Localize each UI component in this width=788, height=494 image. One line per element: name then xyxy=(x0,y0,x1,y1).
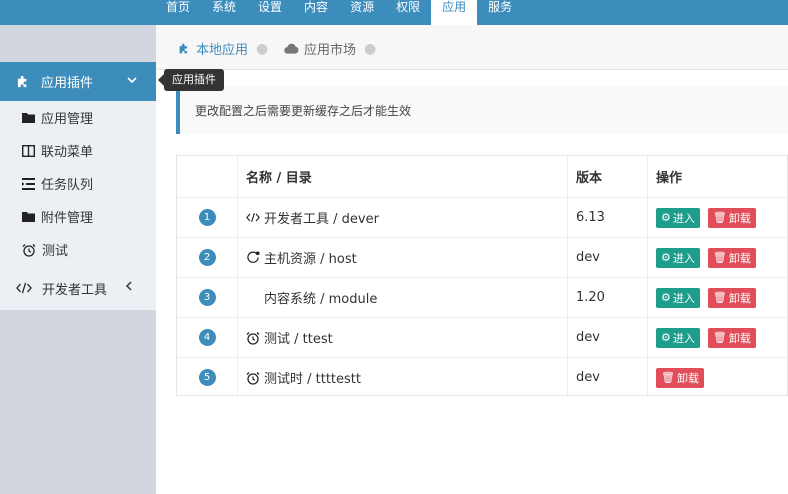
nav-permissions[interactable]: 权限 xyxy=(385,0,431,25)
app-version: 1.20 xyxy=(568,278,648,317)
puzzle-icon xyxy=(179,43,187,54)
chevron-down-icon xyxy=(127,77,137,84)
app-version: 6.13 xyxy=(568,198,648,237)
app-name: 内容系统 / module xyxy=(264,292,378,307)
row-number-badge: 4 xyxy=(198,329,216,346)
apps-table: 名称 / 目录 版本 操作 1 开发者工具 / dever 6.13 ⚙ 进入 🗑… xyxy=(176,155,788,397)
sidebar-item-label: 附件管理 xyxy=(41,211,94,226)
nav-resources[interactable]: 资源 xyxy=(339,0,385,25)
sidebar-tooltip: 应用插件 xyxy=(158,69,224,91)
nav-home[interactable]: 首页 xyxy=(155,0,201,25)
sidebar-item-label: 测试 xyxy=(42,244,69,259)
sidebar: 应用插件 应用管理 联动菜单 任务队列 附件管理 测试 开发者工具 xyxy=(0,25,156,494)
tab-separator-dot: ● xyxy=(364,40,377,57)
folder-icon xyxy=(22,212,35,222)
app-version: dev xyxy=(568,358,648,397)
row-number-badge: 2 xyxy=(198,249,216,266)
alarm-clock-icon xyxy=(22,243,36,257)
code-icon xyxy=(246,212,260,223)
table-row: 1 开发者工具 / dever 6.13 ⚙ 进入 🗑 卸载 xyxy=(177,197,788,237)
uninstall-button[interactable]: 🗑 卸载 xyxy=(707,247,756,268)
nav-system[interactable]: 系统 xyxy=(201,0,247,25)
sidebar-item-linked-menu[interactable]: 联动菜单 xyxy=(0,134,156,167)
tab-label: 本地应用 xyxy=(196,43,249,58)
puzzle-icon xyxy=(17,75,27,88)
notice-text: 更改配置之后需要更新缓存之后才能生效 xyxy=(195,104,412,118)
gear-icon: ⚙ xyxy=(661,211,671,224)
cloud-icon xyxy=(284,43,299,54)
main-content: 本地应用 ● 应用市场 ● 更改配置之后需要更新缓存之后才能生效 名称 / 目录… xyxy=(156,25,788,494)
row-number-badge: 3 xyxy=(198,289,216,306)
gear-icon: ⚙ xyxy=(661,331,671,344)
sidebar-item-test[interactable]: 测试 xyxy=(0,233,156,266)
app-name: 主机资源 / host xyxy=(264,252,357,267)
sidebar-item-developer-tools[interactable]: 开发者工具 xyxy=(0,270,156,306)
row-number-badge: 1 xyxy=(198,209,216,226)
header-actions: 操作 xyxy=(656,171,683,186)
sidebar-item-label: 联动菜单 xyxy=(41,145,94,160)
header-number xyxy=(177,156,238,197)
uninstall-button[interactable]: 🗑 卸载 xyxy=(707,327,756,348)
sidebar-section-label: 应用插件 xyxy=(41,76,94,91)
top-navbar: 首页 系统 设置 内容 资源 权限 应用 服务 xyxy=(0,0,788,25)
enter-button[interactable]: ⚙ 进入 xyxy=(656,247,700,268)
enter-button[interactable]: ⚙ 进入 xyxy=(656,327,700,348)
trash-icon: 🗑 xyxy=(712,291,727,304)
columns-icon xyxy=(22,144,35,157)
trash-icon: 🗑 xyxy=(712,331,727,344)
table-row: 5 测试时 / ttttestt dev 🗑 卸载 xyxy=(177,357,788,397)
sidebar-item-attachments[interactable]: 附件管理 xyxy=(0,200,156,233)
alarm-clock-icon xyxy=(246,331,260,345)
enter-button[interactable]: ⚙ 进入 xyxy=(656,207,700,228)
sidebar-item-label: 任务队列 xyxy=(41,178,94,193)
uninstall-button[interactable]: 🗑 卸载 xyxy=(707,207,756,228)
table-header-row: 名称 / 目录 版本 操作 xyxy=(177,156,788,197)
trash-icon: 🗑 xyxy=(712,211,727,224)
tab-local-apps[interactable]: 本地应用 ● xyxy=(178,39,268,58)
folder-icon xyxy=(22,113,35,123)
alarm-clock-icon xyxy=(246,371,260,385)
app-name: 测试 / ttest xyxy=(264,332,333,347)
chevron-left-icon xyxy=(125,281,132,291)
tab-app-market[interactable]: 应用市场 ● xyxy=(284,39,376,58)
table-row: 4 测试 / ttest dev ⚙ 进入 🗑 卸载 xyxy=(177,317,788,357)
app-version: dev xyxy=(568,318,648,357)
gear-icon: ⚙ xyxy=(661,251,671,264)
sidebar-item-label: 开发者工具 xyxy=(42,282,108,298)
table-row: 2 主机资源 / host dev ⚙ 进入 🗑 卸载 xyxy=(177,237,788,277)
enter-button[interactable]: ⚙ 进入 xyxy=(656,287,700,308)
uninstall-button[interactable]: 🗑 卸载 xyxy=(656,367,704,388)
tab-label: 应用市场 xyxy=(304,43,357,58)
nav-apps[interactable]: 应用 xyxy=(431,0,478,25)
sidebar-item-label: 应用管理 xyxy=(41,112,94,127)
table-row: 3 内容系统 / module 1.20 ⚙ 进入 🗑 卸载 xyxy=(177,277,788,317)
uninstall-button[interactable]: 🗑 卸载 xyxy=(707,287,756,308)
sidebar-item-app-management[interactable]: 应用管理 xyxy=(0,101,156,134)
trash-icon: 🗑 xyxy=(712,251,727,264)
app-name: 测试时 / ttttestt xyxy=(264,372,361,387)
list-icon xyxy=(22,177,35,190)
nav-services[interactable]: 服务 xyxy=(477,0,523,25)
top-nav: 首页 系统 设置 内容 资源 权限 应用 服务 xyxy=(155,0,523,25)
header-name: 名称 / 目录 xyxy=(238,156,568,197)
notice-callout: 更改配置之后需要更新缓存之后才能生效 xyxy=(176,86,788,134)
code-icon xyxy=(16,282,32,294)
app-name: 开发者工具 / dever xyxy=(264,212,379,227)
app-version: dev xyxy=(568,238,648,277)
tab-separator-dot: ● xyxy=(256,40,269,57)
nav-content[interactable]: 内容 xyxy=(293,0,339,25)
sidebar-section-app-plugins[interactable]: 应用插件 xyxy=(0,62,156,101)
tab-bar: 本地应用 ● 应用市场 ● xyxy=(156,25,788,70)
host-icon xyxy=(246,251,260,264)
header-version: 版本 xyxy=(568,156,648,197)
nav-settings[interactable]: 设置 xyxy=(247,0,293,25)
row-number-badge: 5 xyxy=(198,369,216,386)
gear-icon: ⚙ xyxy=(661,291,671,304)
sidebar-item-task-queue[interactable]: 任务队列 xyxy=(0,167,156,200)
trash-icon: 🗑 xyxy=(661,371,675,384)
